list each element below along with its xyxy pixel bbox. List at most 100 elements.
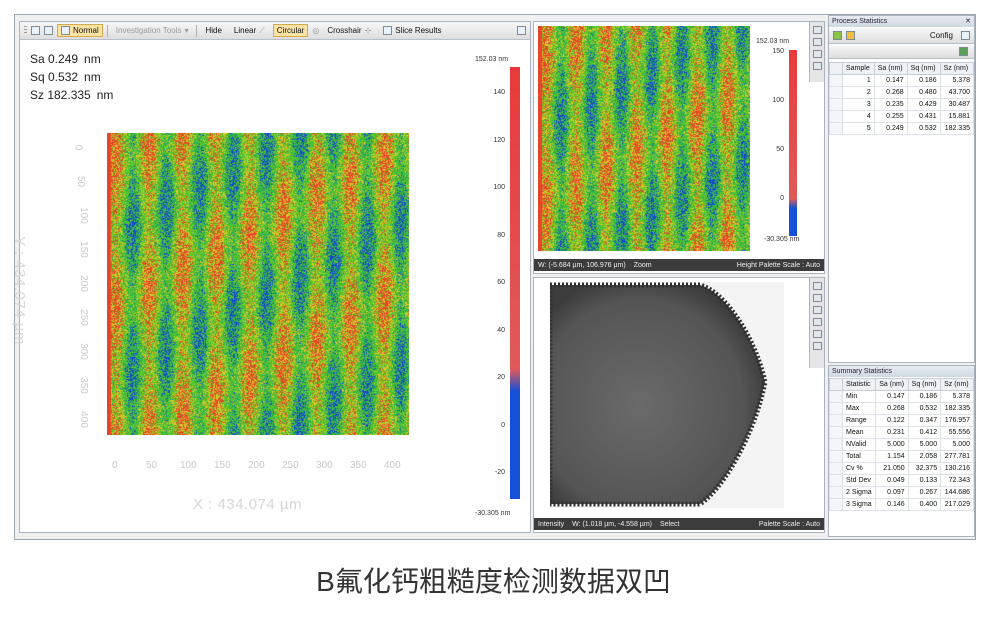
circle-tool-icon[interactable]: ◎ bbox=[312, 26, 319, 35]
x-tick-label: 300 bbox=[316, 460, 333, 471]
chevron-down-icon: ▾ bbox=[184, 26, 189, 35]
config-button[interactable]: Config bbox=[926, 29, 957, 42]
toolbar-separator bbox=[196, 24, 198, 37]
expand-icon[interactable] bbox=[812, 38, 822, 46]
y-tick-label: 400 bbox=[77, 411, 89, 428]
expand-icon[interactable] bbox=[812, 294, 822, 302]
table-row[interactable]: Total 1.154 2.058 277.781 bbox=[829, 450, 974, 463]
table-cell: 0.268 bbox=[873, 86, 908, 99]
sigma-icon[interactable] bbox=[846, 31, 855, 40]
column-header[interactable]: Statistic bbox=[841, 378, 877, 391]
slice-results-button[interactable]: Slice Results bbox=[379, 24, 445, 37]
column-header[interactable]: Sz (nm) bbox=[939, 62, 975, 75]
close-icon[interactable]: ✕ bbox=[965, 16, 971, 27]
zoom-colorbar[interactable] bbox=[789, 50, 797, 236]
table-cell: 72.343 bbox=[940, 474, 974, 487]
intensity-side-tools bbox=[809, 278, 824, 368]
table-cell: 1.154 bbox=[875, 450, 909, 463]
x-tick-label: 150 bbox=[214, 460, 231, 471]
table-row[interactable]: 3 Sigma 0.146 0.400 217.029 bbox=[829, 498, 974, 511]
y-tick-label: 350 bbox=[77, 377, 89, 394]
summary-statistics-body: Min 0.147 0.186 5.378 Max 0.268 0.532 182.335 Ra… bbox=[829, 390, 974, 511]
histogram-icon[interactable] bbox=[812, 342, 822, 350]
table-row[interactable]: 4 0.255 0.431 15.881 bbox=[829, 110, 975, 123]
row-selector[interactable] bbox=[829, 414, 843, 427]
row-selector[interactable] bbox=[829, 438, 843, 451]
layers-icon[interactable] bbox=[812, 318, 822, 326]
intensity-status-coords: W: (1.018 µm, -4.558 µm) bbox=[572, 520, 652, 528]
table-row[interactable]: Min 0.147 0.186 5.378 bbox=[829, 390, 974, 403]
fit-icon[interactable] bbox=[812, 26, 822, 34]
column-header[interactable]: Sa (nm) bbox=[875, 378, 909, 391]
row-selector[interactable] bbox=[829, 86, 843, 99]
row-selector[interactable] bbox=[829, 110, 843, 123]
table-row[interactable]: Mean 0.231 0.412 55.556 bbox=[829, 426, 974, 439]
normal-view-button[interactable]: Normal bbox=[57, 24, 103, 37]
table-row[interactable]: Max 0.268 0.532 182.335 bbox=[829, 402, 974, 415]
table-header-row: Sample Sa (nm) Sq (nm) Sz (nm) bbox=[829, 62, 975, 75]
row-selector[interactable] bbox=[829, 462, 843, 475]
hide-button[interactable]: Hide bbox=[201, 24, 225, 37]
table-cell: 3 Sigma bbox=[841, 498, 877, 511]
intensity-image[interactable] bbox=[550, 282, 784, 508]
table-row[interactable]: 2 Sigma 0.097 0.267 144.686 bbox=[829, 486, 974, 499]
x-tick-label: 400 bbox=[384, 460, 401, 471]
colorbar-tick: 120 bbox=[493, 136, 505, 144]
x-tick-label: 200 bbox=[248, 460, 265, 471]
fit-icon[interactable] bbox=[812, 282, 822, 290]
column-header[interactable]: Sz (nm) bbox=[940, 378, 974, 391]
row-selector[interactable] bbox=[829, 486, 843, 499]
zoom-colorbar-tick: 100 bbox=[772, 97, 784, 104]
print-icon[interactable] bbox=[961, 31, 970, 40]
row-selector[interactable] bbox=[829, 450, 843, 463]
table-row[interactable]: Range 0.122 0.347 176.957 bbox=[829, 414, 974, 427]
row-selector[interactable] bbox=[829, 122, 843, 135]
row-selector[interactable] bbox=[829, 98, 843, 111]
table-cell: 0.480 bbox=[906, 86, 941, 99]
column-header[interactable]: Sa (nm) bbox=[873, 62, 908, 75]
column-header[interactable]: Sq (nm) bbox=[907, 378, 942, 391]
table-row[interactable]: 2 0.268 0.480 43.700 bbox=[829, 86, 975, 99]
row-selector[interactable] bbox=[829, 74, 843, 87]
zoom-height-map[interactable] bbox=[538, 26, 750, 251]
color-icon[interactable] bbox=[812, 62, 822, 70]
row-selector[interactable] bbox=[829, 426, 843, 439]
table-row[interactable]: NValid 5.000 5.000 5.000 bbox=[829, 438, 974, 451]
linear-button[interactable]: Linear ⟋ bbox=[230, 24, 269, 38]
height-colorbar[interactable] bbox=[510, 67, 520, 499]
row-selector[interactable] bbox=[829, 474, 843, 487]
colorbar-tick: 60 bbox=[497, 279, 505, 286]
x-axis-title: X : 434.074 µm bbox=[193, 496, 303, 513]
table-row[interactable]: Cv % 21.050 32.375 130.216 bbox=[829, 462, 974, 475]
column-header[interactable]: Sq (nm) bbox=[906, 62, 941, 75]
roughness-overlay: Sa 0.249 nm Sq 0.532 nm Sz 182.335 nm bbox=[30, 50, 119, 104]
sa-overlay: Sa 0.249 nm bbox=[30, 50, 119, 68]
check-icon[interactable] bbox=[833, 31, 842, 40]
palette-icon[interactable] bbox=[812, 50, 822, 58]
table-row[interactable]: 5 0.249 0.532 182.335 bbox=[829, 122, 975, 135]
height-map[interactable] bbox=[107, 133, 409, 435]
palette-icon[interactable] bbox=[44, 26, 53, 35]
split-icon[interactable] bbox=[812, 330, 822, 338]
process-statistics-toolbar: Config bbox=[829, 28, 974, 44]
table-row[interactable]: 1 0.147 0.186 5.378 bbox=[829, 74, 975, 87]
x-tick-label: 100 bbox=[180, 460, 197, 471]
table-row[interactable]: 3 0.235 0.429 30.487 bbox=[829, 98, 975, 111]
colorbar-tick: 140 bbox=[493, 89, 505, 96]
circular-button[interactable]: Circular bbox=[272, 24, 309, 37]
row-selector[interactable] bbox=[829, 390, 843, 403]
save-icon[interactable] bbox=[959, 47, 968, 56]
zoom-statusbar: W: (-5.684 µm, 106.976 µm) Zoom Height P… bbox=[534, 259, 824, 271]
table-cell: 0.235 bbox=[873, 98, 908, 111]
table-row[interactable]: Std Dev 0.049 0.133 72.343 bbox=[829, 474, 974, 487]
main-toolbar: Normal Investigation Tools ▾ Hide Linear… bbox=[20, 22, 530, 40]
row-selector[interactable] bbox=[829, 402, 843, 415]
export-icon[interactable] bbox=[517, 26, 526, 35]
grid-icon[interactable] bbox=[812, 306, 822, 314]
line-tool-icon: ⟋ bbox=[259, 25, 265, 35]
fit-view-icon[interactable] bbox=[31, 26, 40, 35]
column-header[interactable]: Sample bbox=[842, 62, 875, 75]
crosshair-button[interactable]: Crosshair ⊹ bbox=[323, 24, 375, 37]
row-selector[interactable] bbox=[829, 498, 843, 511]
investigation-tools-dropdown[interactable]: Investigation Tools ▾ bbox=[112, 24, 193, 37]
